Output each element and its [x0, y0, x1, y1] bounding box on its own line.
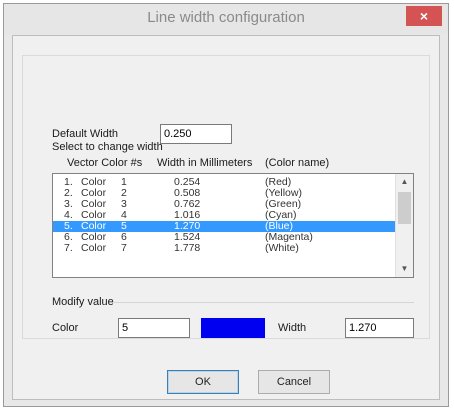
row-color-index: 7 — [121, 242, 127, 254]
color-swatch — [201, 318, 265, 338]
scroll-down-arrow-icon[interactable]: ▼ — [396, 261, 413, 277]
modify-value-group-label: Modify value — [52, 296, 114, 308]
default-width-label: Default Width — [52, 128, 119, 140]
width-listbox[interactable]: 1. Color 1 0.254 (Red) 2. Color 2 0.508 … — [52, 173, 414, 278]
row-width: 1.778 — [174, 242, 201, 254]
scroll-up-arrow-icon[interactable]: ▲ — [396, 174, 413, 190]
modify-width-input[interactable] — [345, 318, 414, 338]
modify-width-label: Width — [278, 322, 307, 334]
close-button[interactable]: × — [406, 6, 442, 26]
scroll-thumb[interactable] — [398, 192, 411, 224]
default-width-input[interactable] — [160, 124, 232, 144]
column-header-vector-color: Vector Color #s — [67, 157, 143, 169]
title-bar[interactable]: Line width configuration × — [4, 4, 448, 34]
list-item[interactable]: 7. Color 7 1.778 (White) — [53, 243, 396, 254]
ok-button[interactable]: OK — [167, 370, 239, 394]
group-divider — [114, 302, 414, 303]
list-scrollbar[interactable]: ▲ ▼ — [395, 174, 413, 277]
window-title: Line width configuration — [147, 9, 305, 26]
close-icon[interactable]: × — [420, 8, 428, 24]
modify-color-label: Color — [52, 322, 79, 334]
row-color: Color — [81, 242, 107, 254]
modify-color-input[interactable] — [118, 318, 190, 338]
column-header-color-name: (Color name) — [265, 157, 330, 169]
row-color-name: (White) — [265, 242, 299, 254]
cancel-button[interactable]: Cancel — [258, 370, 330, 394]
select-to-change-label: Select to change width — [52, 141, 163, 153]
column-header-width-mm: Width in Millimeters — [157, 157, 253, 169]
row-number: 7. — [64, 242, 73, 254]
